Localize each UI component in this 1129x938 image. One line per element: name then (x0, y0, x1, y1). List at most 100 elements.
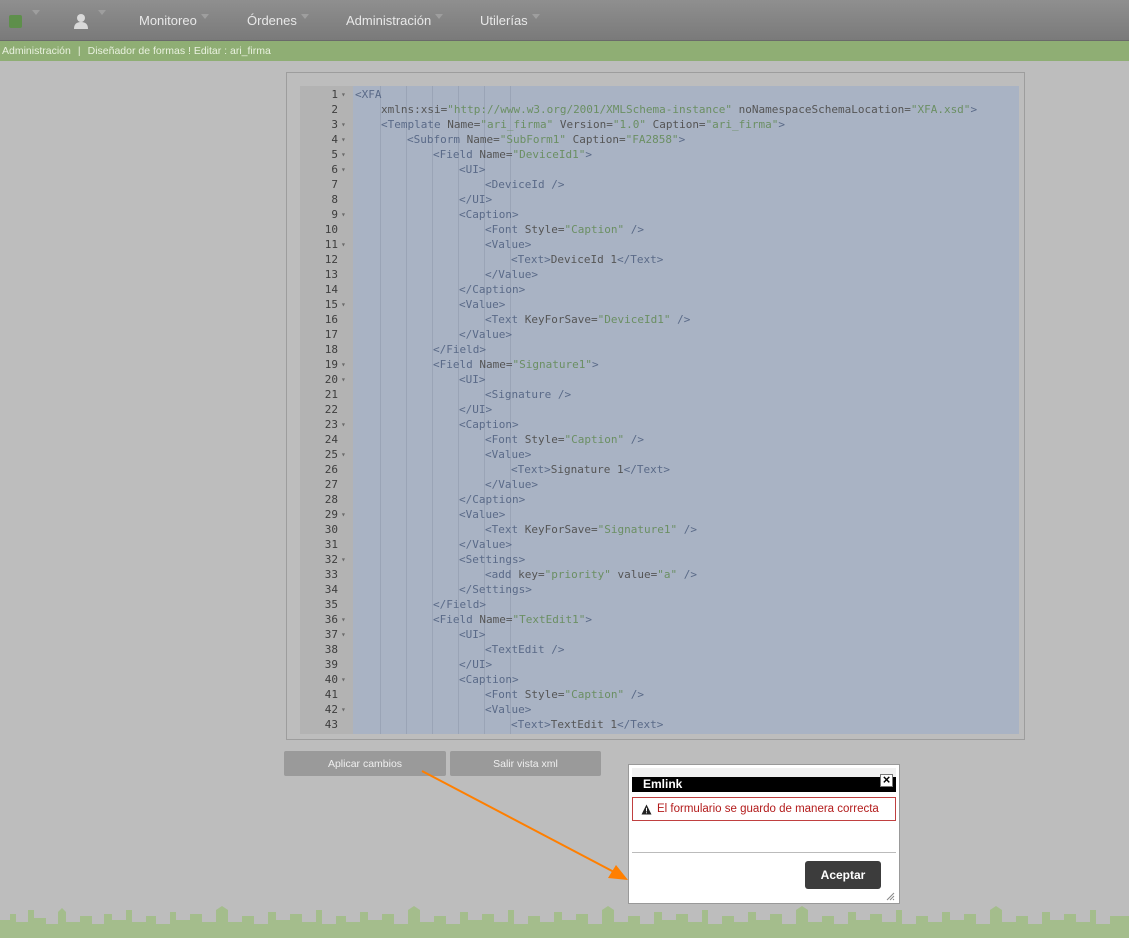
code-line: 38 <TextEdit /> (300, 642, 1019, 657)
code-text: <Value> (485, 238, 532, 251)
nav-utilerias[interactable]: Utilerías (480, 0, 540, 40)
breadcrumb-current: Diseñador de formas ! Editar : ari_firma (87, 45, 271, 57)
code-text: </Field> (433, 343, 486, 356)
code-text: <Settings> (459, 553, 526, 566)
code-text: <add key="priority" value="a" /> (485, 568, 697, 581)
nav-ordenes[interactable]: Órdenes (247, 0, 309, 40)
apply-changes-button[interactable]: Aplicar cambios (284, 751, 446, 776)
nav-label: Administración (346, 13, 432, 28)
line-number: 36 (324, 613, 338, 626)
line-number: 25 (324, 448, 338, 461)
line-number: 31 (324, 538, 338, 551)
code-text: </Value> (459, 538, 512, 551)
fold-toggle-icon[interactable]: ▾ (341, 627, 346, 642)
fold-toggle-icon[interactable]: ▾ (341, 372, 346, 387)
nav-administracion[interactable]: Administración (346, 0, 444, 40)
line-number: 1 (331, 88, 338, 101)
fold-toggle-icon[interactable]: ▾ (341, 507, 346, 522)
line-number: 16 (324, 313, 338, 326)
code-line: 26 <Text>Signature 1</Text> (300, 462, 1019, 477)
fold-toggle-icon[interactable]: ▾ (341, 447, 346, 462)
line-number: 44 (300, 732, 338, 734)
code-line: 43 <Text>TextEdit 1</Text> (300, 717, 1019, 732)
code-line: 8 </UI> (300, 192, 1019, 207)
fold-toggle-icon[interactable]: ▾ (341, 672, 346, 687)
breadcrumb-separator: | (77, 45, 81, 57)
code-line: 13 </Value> (300, 267, 1019, 282)
chevron-down-icon (435, 14, 444, 20)
code-text: <Font Style="Caption" /> (485, 223, 644, 236)
code-line: 18 </Field> (300, 342, 1019, 357)
code-line: 23 ▾ <Caption> (300, 417, 1019, 432)
breadcrumb-link-administracion[interactable]: Administración (2, 45, 71, 57)
fold-toggle-icon[interactable]: ▾ (341, 237, 346, 252)
fold-toggle-icon[interactable]: ▾ (341, 612, 346, 627)
code-text: <UI> (459, 628, 486, 641)
code-text: </Caption> (459, 493, 526, 506)
code-line: 30 <Text KeyForSave="Signature1" /> (300, 522, 1019, 537)
exit-xml-view-button[interactable]: Salir vista xml (450, 751, 601, 776)
line-number: 18 (324, 343, 338, 356)
line-number: 23 (324, 418, 338, 431)
fold-toggle-icon[interactable]: ▾ (341, 552, 346, 567)
chevron-down-icon (531, 14, 540, 20)
code-line: 10 <Font Style="Caption" /> (300, 222, 1019, 237)
code-line: 37 ▾ <UI> (300, 627, 1019, 642)
chevron-down-icon (300, 14, 309, 20)
code-line: 25 ▾ <Value> (300, 447, 1019, 462)
code-text: <Font Style="Caption" /> (485, 688, 644, 701)
close-icon[interactable]: × (880, 773, 893, 787)
code-text: </UI> (459, 658, 493, 671)
warning-icon (641, 804, 652, 815)
line-number: 5 (331, 148, 338, 161)
top-navbar: Monitoreo Órdenes Administración Utilerí… (0, 0, 1129, 41)
line-number: 38 (324, 643, 338, 656)
code-line: 40 ▾ <Caption> (300, 672, 1019, 687)
fold-toggle-icon[interactable]: ▾ (341, 297, 346, 312)
code-text: <XFA (355, 88, 382, 101)
code-line: 9 ▾ <Caption> (300, 207, 1019, 222)
home-icon[interactable] (9, 15, 22, 28)
code-line: 21 <Signature /> (300, 387, 1019, 402)
fold-toggle-icon[interactable]: ▾ (341, 162, 346, 177)
fold-toggle-icon[interactable]: ▾ (341, 147, 346, 162)
code-text: <Field Name="Signature1"> (433, 358, 599, 371)
line-number: 40 (324, 673, 338, 686)
code-text: <Font Style="Caption" /> (485, 433, 644, 446)
user-icon[interactable] (72, 12, 90, 30)
code-text: <Signature /> (485, 388, 572, 401)
xml-code-editor[interactable]: 1 ▾ <XFA 2 xmlns:xsi="http://www.w3.org/2001… (300, 86, 1019, 734)
code-line: 44 </Val (300, 732, 1019, 734)
code-line: 7 <DeviceId /> (300, 177, 1019, 192)
line-number: 27 (324, 478, 338, 491)
code-line: 3 ▾ <Template Name="ari_firma" Version="1.… (300, 117, 1019, 132)
fold-toggle-icon[interactable]: ▾ (341, 87, 346, 102)
city-skyline-decoration (0, 906, 1129, 938)
code-text: <Text>Signature 1</Text> (511, 463, 670, 476)
line-number: 30 (324, 523, 338, 536)
fold-toggle-icon[interactable]: ▾ (341, 132, 346, 147)
line-number: 19 (324, 358, 338, 371)
fold-toggle-icon[interactable]: ▾ (341, 417, 346, 432)
fold-toggle-icon[interactable]: ▾ (341, 207, 346, 222)
dialog-titlebar[interactable]: Emlink × (632, 768, 896, 792)
nav-monitoreo[interactable]: Monitoreo (139, 0, 209, 40)
line-number: 33 (324, 568, 338, 581)
line-number: 39 (324, 658, 338, 671)
code-line: 28 </Caption> (300, 492, 1019, 507)
code-text: <Subform Name="SubForm1" Caption="FA2858… (407, 133, 686, 146)
chevron-down-icon[interactable] (32, 10, 40, 15)
fold-toggle-icon[interactable]: ▾ (341, 117, 346, 132)
fold-toggle-icon[interactable]: ▾ (341, 357, 346, 372)
code-text: <UI> (459, 373, 486, 386)
line-number: 9 (331, 208, 338, 221)
code-text: </Field> (433, 598, 486, 611)
fold-toggle-icon[interactable]: ▾ (341, 702, 346, 717)
code-text: <Caption> (459, 418, 519, 431)
code-line: 15 ▾ <Value> (300, 297, 1019, 312)
nav-label: Utilerías (480, 13, 528, 28)
chevron-down-icon[interactable] (98, 10, 106, 15)
code-text: <UI> (459, 163, 486, 176)
code-text: <Field Name="DeviceId1"> (433, 148, 592, 161)
accept-button[interactable]: Aceptar (805, 861, 881, 889)
